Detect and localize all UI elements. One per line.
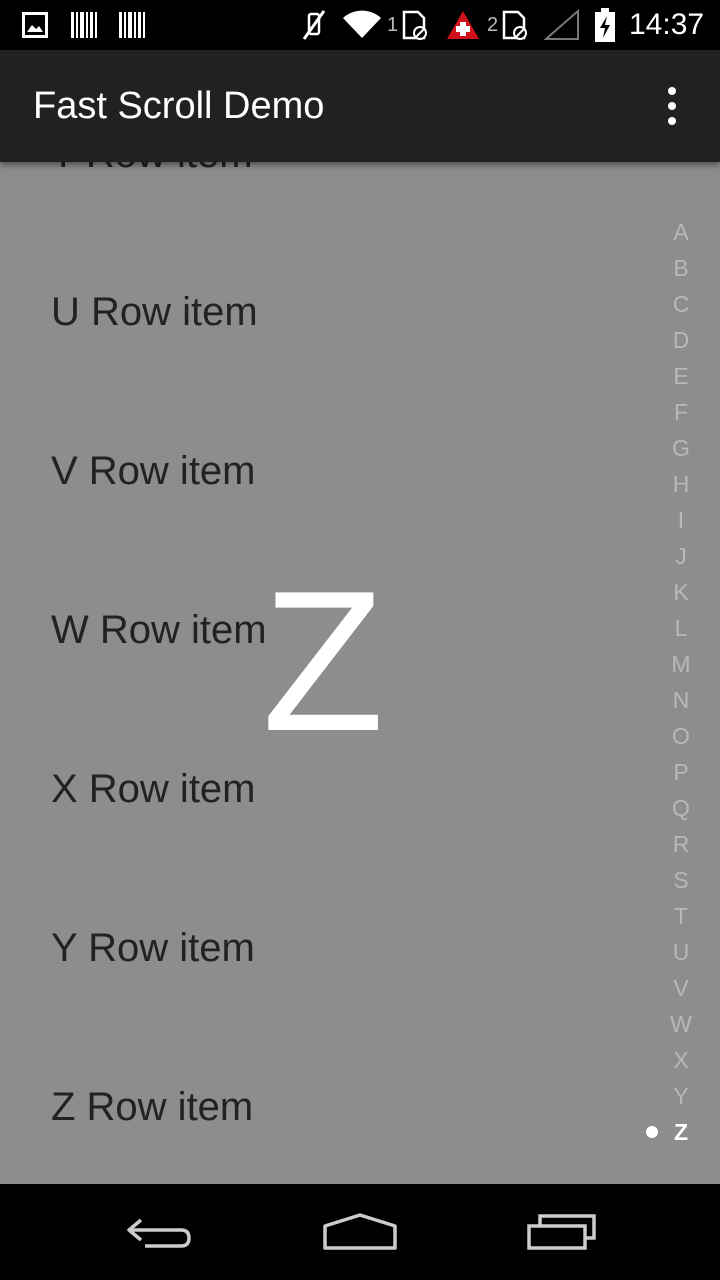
- index-letter-r[interactable]: R: [660, 829, 702, 859]
- index-letter-l[interactable]: L: [660, 613, 702, 643]
- index-letter-u[interactable]: U: [660, 937, 702, 967]
- image-icon: [22, 0, 48, 50]
- no-signal-icon: [544, 0, 580, 50]
- list-item[interactable]: Z Row item: [51, 1083, 253, 1131]
- index-letter-p[interactable]: P: [660, 757, 702, 787]
- home-icon[interactable]: [312, 1200, 408, 1264]
- index-letter-k[interactable]: K: [660, 577, 702, 607]
- navigation-bar: [0, 1184, 720, 1280]
- barcode-icon: [70, 0, 98, 50]
- wifi-icon: [342, 0, 382, 50]
- sim2-label: 2: [487, 13, 499, 36]
- status-time: 14:37: [629, 8, 705, 41]
- list-item[interactable]: W Row item: [51, 606, 267, 654]
- index-letter-n[interactable]: N: [660, 685, 702, 715]
- back-icon[interactable]: [112, 1200, 208, 1264]
- index-letter-q[interactable]: Q: [660, 793, 702, 823]
- list-item[interactable]: V Row item: [51, 447, 256, 495]
- status-bar: 1 2 14:37: [0, 0, 720, 50]
- barcode-icon: [118, 0, 146, 50]
- index-letter-g[interactable]: G: [660, 433, 702, 463]
- index-letter-d[interactable]: D: [660, 325, 702, 355]
- index-letter-v[interactable]: V: [660, 973, 702, 1003]
- index-letter-x[interactable]: X: [660, 1045, 702, 1075]
- list-item[interactable]: U Row item: [51, 288, 258, 336]
- app-title: Fast Scroll Demo: [33, 85, 325, 127]
- index-letter-s[interactable]: S: [660, 865, 702, 895]
- app-bar: Fast Scroll Demo: [0, 50, 720, 162]
- recents-icon[interactable]: [514, 1200, 610, 1264]
- index-letter-h[interactable]: H: [660, 469, 702, 499]
- fast-scroll-overlay-letter: Z: [262, 550, 385, 773]
- index-letter-o[interactable]: O: [660, 721, 702, 751]
- index-letter-m[interactable]: M: [660, 649, 702, 679]
- alert-icon: [446, 0, 480, 50]
- index-letter-z[interactable]: Z: [660, 1117, 702, 1147]
- fast-scroll-index-bar[interactable]: ABCDEFGHIJKLMNOPQRSTUVWXYZ: [660, 162, 708, 1184]
- sim1-label: 1: [387, 13, 399, 36]
- battery-charging-icon: [594, 0, 616, 50]
- sim-blocked-icon: [500, 0, 530, 50]
- index-letter-i[interactable]: I: [660, 505, 702, 535]
- list-item[interactable]: T Row item: [51, 162, 253, 178]
- overflow-menu-icon[interactable]: [648, 74, 696, 138]
- index-letter-y[interactable]: Y: [660, 1081, 702, 1111]
- mute-icon: [300, 0, 328, 50]
- index-letter-t[interactable]: T: [660, 901, 702, 931]
- index-letter-j[interactable]: J: [660, 541, 702, 571]
- row-list[interactable]: T Row item U Row item V Row item W Row i…: [0, 162, 720, 1184]
- index-letter-f[interactable]: F: [660, 397, 702, 427]
- index-letter-a[interactable]: A: [660, 217, 702, 247]
- index-active-dot: [646, 1126, 658, 1138]
- index-letter-c[interactable]: C: [660, 289, 702, 319]
- index-letter-e[interactable]: E: [660, 361, 702, 391]
- index-letter-b[interactable]: B: [660, 253, 702, 283]
- index-letter-w[interactable]: W: [660, 1009, 702, 1039]
- sim-blocked-icon: [400, 0, 430, 50]
- list-item[interactable]: X Row item: [51, 765, 256, 813]
- list-item[interactable]: Y Row item: [51, 924, 255, 972]
